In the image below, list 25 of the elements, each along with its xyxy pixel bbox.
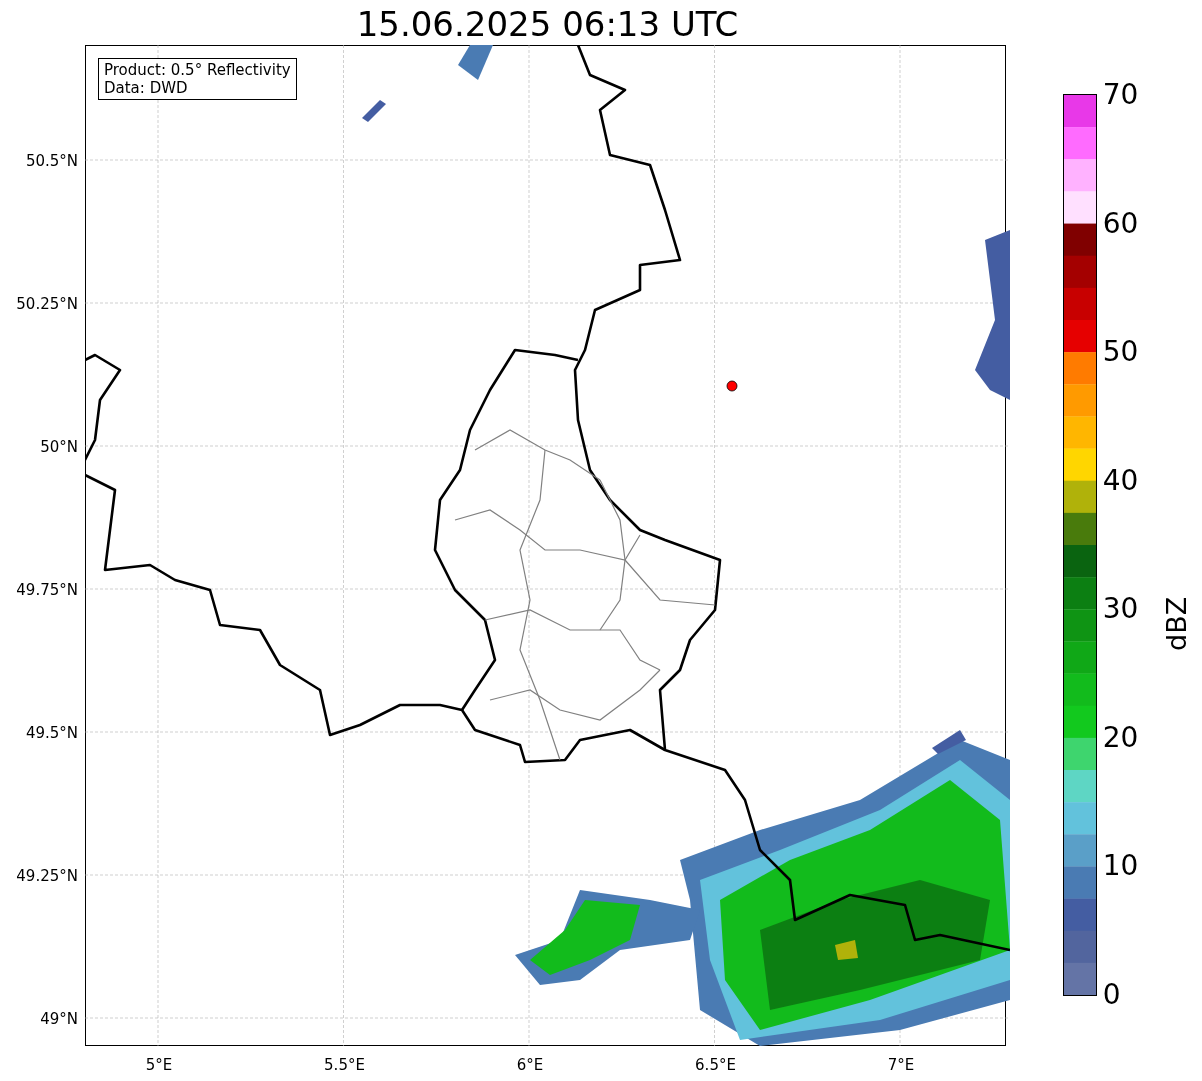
x-tick-label: 5.5°E [324, 1056, 365, 1074]
y-tick-label: 49.5°N [25, 724, 78, 742]
colorbar-tick-label: 60 [1102, 207, 1139, 240]
info-text: Data: DWD [104, 79, 189, 97]
chart-title: 15.06.2025 06:13 UTC [355, 4, 740, 44]
y-tick-label: 50.5°N [25, 152, 78, 170]
colorbar-tick-label: 20 [1102, 721, 1139, 754]
colorbar-label: dBZ [1162, 595, 1189, 654]
y-tick-label: 49°N [40, 1010, 78, 1028]
radar-site-marker [726, 380, 738, 392]
y-tick-label: 50°N [40, 438, 78, 456]
colorbar-tick-label: 0 [1102, 979, 1121, 1011]
colorbar-tick-label: 30 [1102, 593, 1139, 626]
colorbar-tick-label: 10 [1102, 850, 1139, 883]
colorbar-tick-label: 50 [1102, 336, 1139, 369]
colorbar-tick-label: 70 [1102, 79, 1139, 111]
y-tick-label: 49.25°N [16, 867, 78, 885]
x-tick-label: 6.5°E [695, 1056, 736, 1074]
x-tick-label: 6°E [516, 1056, 544, 1074]
y-tick-label: 50.25°N [16, 295, 78, 313]
colorbar-tick-label: 40 [1102, 464, 1139, 497]
info-text: Product: 0.5° Reflectivity [104, 61, 291, 79]
y-tick-label: 49.75°N [16, 581, 78, 599]
x-tick-label: 5°E [145, 1056, 173, 1074]
x-tick-label: 7°E [887, 1056, 915, 1074]
